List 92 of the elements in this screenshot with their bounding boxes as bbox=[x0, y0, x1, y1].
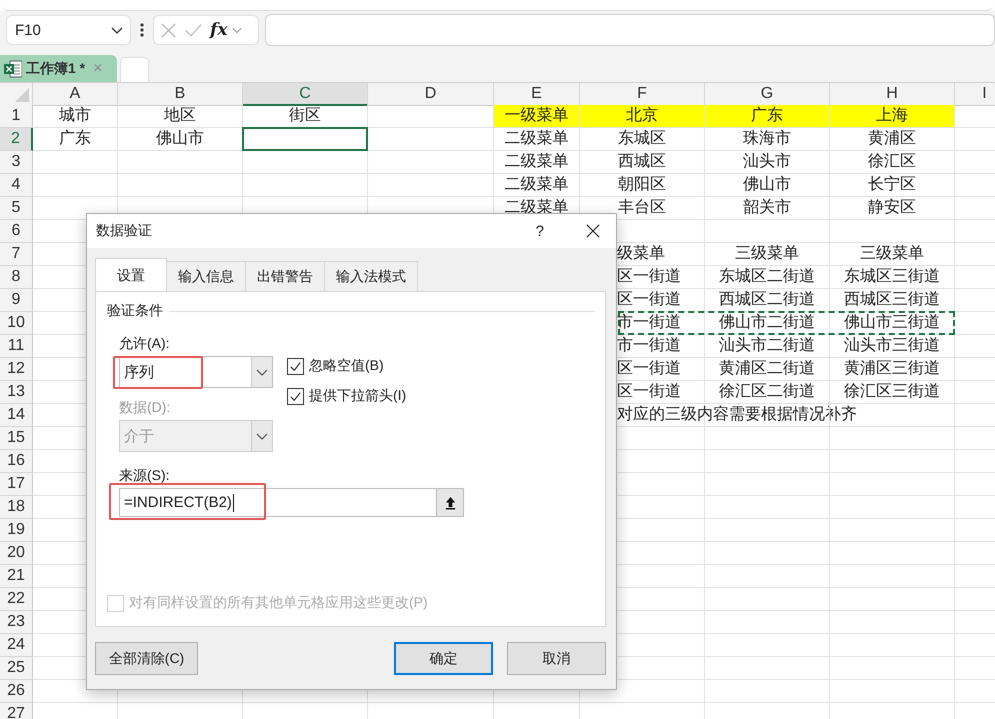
table-cell: 朝阳区 bbox=[580, 174, 705, 197]
row-header[interactable]: 12 bbox=[0, 358, 33, 381]
row-header[interactable]: 6 bbox=[0, 220, 33, 243]
table-cell: 佛山市二街道 bbox=[705, 312, 830, 335]
row-header[interactable]: 21 bbox=[0, 565, 33, 588]
table-cell: 徐汇区二街道 bbox=[705, 381, 830, 404]
row-header[interactable]: 7 bbox=[0, 243, 33, 266]
table-cell: 长宁区 bbox=[830, 174, 955, 197]
group-title: 验证条件 bbox=[107, 302, 163, 320]
table-cell: 珠海市 bbox=[705, 128, 830, 151]
row-header[interactable]: 25 bbox=[0, 657, 33, 680]
row-header[interactable]: 1 bbox=[0, 105, 33, 128]
row-header[interactable]: 3 bbox=[0, 151, 33, 174]
row-header[interactable]: 10 bbox=[0, 312, 33, 335]
table-cell: 东城区 bbox=[580, 128, 705, 151]
table-cell: 西城区 bbox=[580, 151, 705, 174]
checkbox-label: 对有同样设置的所有其他单元格应用这些更改(P) bbox=[129, 594, 428, 612]
dialog-button[interactable]: 取消 bbox=[507, 642, 606, 675]
table-cell: 二级菜单 bbox=[494, 174, 580, 197]
help-button[interactable]: ? bbox=[536, 222, 544, 240]
row-header[interactable]: 13 bbox=[0, 381, 33, 404]
source-field[interactable]: =INDIRECT(B2) bbox=[119, 488, 464, 517]
table-cell: 徐汇区三街道 bbox=[830, 381, 955, 404]
table-cell: 黄浦区 bbox=[830, 128, 955, 151]
column-header[interactable]: A bbox=[33, 83, 118, 106]
table-cell: 西城区二街道 bbox=[705, 289, 830, 312]
column-header[interactable]: E bbox=[494, 83, 580, 106]
row-header[interactable]: 9 bbox=[0, 289, 33, 312]
checkbox-label: 提供下拉箭头(I) bbox=[309, 387, 406, 405]
table-cell: 二级菜单 bbox=[494, 128, 580, 151]
row-header[interactable]: 14 bbox=[0, 404, 33, 427]
table-cell: 二级菜单 bbox=[494, 151, 580, 174]
table-cell: 静安区 bbox=[830, 197, 955, 220]
row-header[interactable]: 8 bbox=[0, 266, 33, 289]
field-label: 数据(D): bbox=[119, 398, 172, 416]
row-header[interactable]: 17 bbox=[0, 473, 33, 496]
table-cell: 广东 bbox=[33, 128, 118, 151]
table-cell: 东城区二街道 bbox=[705, 266, 830, 289]
field-label: 来源(S): bbox=[119, 466, 171, 484]
row-header[interactable]: 23 bbox=[0, 611, 33, 634]
column-header[interactable]: I bbox=[955, 83, 995, 106]
column-header[interactable]: H bbox=[830, 83, 955, 106]
table-cell: 西城区三街道 bbox=[830, 289, 955, 312]
column-header[interactable]: C bbox=[243, 83, 368, 106]
column-header[interactable]: B bbox=[118, 83, 243, 106]
row-header[interactable]: 20 bbox=[0, 542, 33, 565]
row-header[interactable]: 15 bbox=[0, 427, 33, 450]
highlighted-cell: 上海 bbox=[830, 105, 955, 128]
table-cell: 汕头市三街道 bbox=[830, 335, 955, 358]
table-cell: 三级菜单 bbox=[830, 243, 955, 266]
dialog-button[interactable]: 全部清除(C) bbox=[95, 642, 198, 675]
row-header[interactable]: 19 bbox=[0, 519, 33, 542]
workbook-tab[interactable]: 工作簿1 * × bbox=[0, 55, 117, 82]
table-cell: 佛山市三街道 bbox=[830, 312, 955, 335]
row-header[interactable]: 27 bbox=[0, 703, 33, 719]
row-header[interactable]: 5 bbox=[0, 197, 33, 220]
dialog-title: 数据验证 bbox=[96, 222, 153, 240]
column-header[interactable]: D bbox=[368, 83, 494, 106]
dialog-button[interactable]: 确定 bbox=[394, 642, 493, 675]
table-cell: 东城区三街道 bbox=[830, 266, 955, 289]
dropdown-field[interactable]: 序列 bbox=[119, 356, 273, 388]
row-header[interactable]: 16 bbox=[0, 450, 33, 473]
dialog-tab[interactable]: 输入法模式 bbox=[324, 261, 418, 291]
column-header[interactable]: G bbox=[705, 83, 830, 106]
insert-function-button[interactable]: fx bbox=[210, 20, 228, 40]
row-header[interactable]: 26 bbox=[0, 680, 33, 703]
table-cell: 三级菜单 bbox=[705, 243, 830, 266]
row-header[interactable]: 18 bbox=[0, 496, 33, 519]
highlighted-cell: 一级菜单 bbox=[494, 105, 580, 128]
name-box[interactable]: F10 bbox=[6, 15, 131, 45]
table-cell: 徐汇区 bbox=[830, 151, 955, 174]
table-cell: 汕头市 bbox=[705, 151, 830, 174]
table-cell: 城市 bbox=[33, 105, 118, 128]
row-header[interactable]: 4 bbox=[0, 174, 33, 197]
table-cell: 街区 bbox=[243, 105, 368, 128]
dialog-tab[interactable]: 设置 bbox=[95, 258, 167, 291]
row-header[interactable]: 24 bbox=[0, 634, 33, 657]
field-label: 允许(A): bbox=[119, 334, 171, 352]
checkbox-label: 忽略空值(B) bbox=[309, 357, 384, 375]
row-header[interactable]: 2 bbox=[0, 128, 33, 151]
table-cell: 汕头市二街道 bbox=[705, 335, 830, 358]
row-header[interactable]: 11 bbox=[0, 335, 33, 358]
highlighted-cell: 广东 bbox=[705, 105, 830, 128]
table-cell: 黄浦区二街道 bbox=[705, 358, 830, 381]
highlighted-cell: 北京 bbox=[580, 105, 705, 128]
row-header[interactable]: 22 bbox=[0, 588, 33, 611]
table-cell: 韶关市 bbox=[705, 197, 830, 220]
table-cell: 佛山市 bbox=[118, 128, 243, 151]
table-cell: 地区 bbox=[118, 105, 243, 128]
table-cell: 黄浦区三街道 bbox=[830, 358, 955, 381]
column-header[interactable]: F bbox=[580, 83, 705, 106]
table-cell: 佛山市 bbox=[705, 174, 830, 197]
